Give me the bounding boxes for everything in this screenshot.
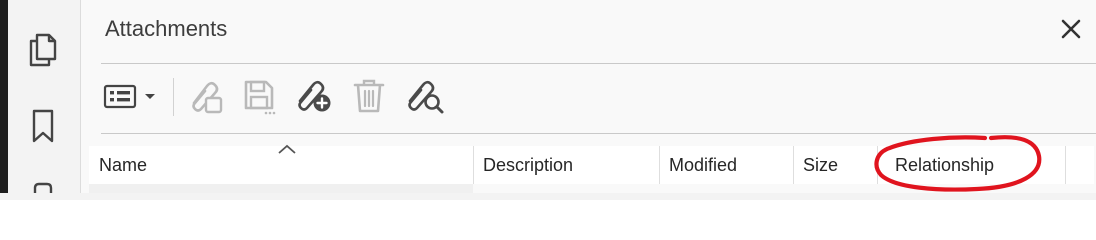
close-icon [1061,19,1081,39]
more-icon [33,182,53,194]
delete-attachment-button[interactable] [347,76,391,116]
open-attachment-icon [192,81,223,114]
panel-title: Attachments [105,16,228,41]
pages-icon [29,33,57,67]
close-button[interactable] [1056,14,1086,44]
column-header-description[interactable]: Description [483,146,653,184]
name-column-strip [89,184,473,193]
column-header-size[interactable]: Size [803,146,873,184]
bottom-band [0,193,1096,200]
open-attachment-button[interactable] [183,76,227,116]
view-options-icon [103,84,155,109]
toolbar-separator [173,78,174,116]
chevron-down-icon [145,94,155,99]
delete-icon [353,79,385,113]
view-options-button[interactable] [101,76,161,116]
column-divider[interactable] [659,146,660,184]
column-header-name[interactable]: Name [99,146,469,184]
column-header-modified[interactable]: Modified [669,146,789,184]
window-edge [0,0,8,193]
bookmark-icon [32,109,54,143]
pages-panel-button[interactable] [26,30,60,70]
column-divider[interactable] [793,146,794,184]
attachments-panel: Attachments Name Description Modified Si… [81,0,1096,193]
save-attachment-icon [244,80,276,115]
column-divider[interactable] [473,146,474,184]
add-attachment-icon [298,80,331,112]
title-divider [101,63,1096,64]
column-divider[interactable] [1065,146,1066,184]
search-attachments-icon [408,80,444,114]
navigation-rail [8,0,81,194]
annotation-circle [874,135,1042,192]
save-attachment-button[interactable] [237,76,281,116]
add-attachment-button[interactable] [291,76,335,116]
bookmarks-panel-button[interactable] [26,106,60,146]
more-panel-button[interactable] [26,180,60,194]
search-attachments-button[interactable] [401,76,447,116]
